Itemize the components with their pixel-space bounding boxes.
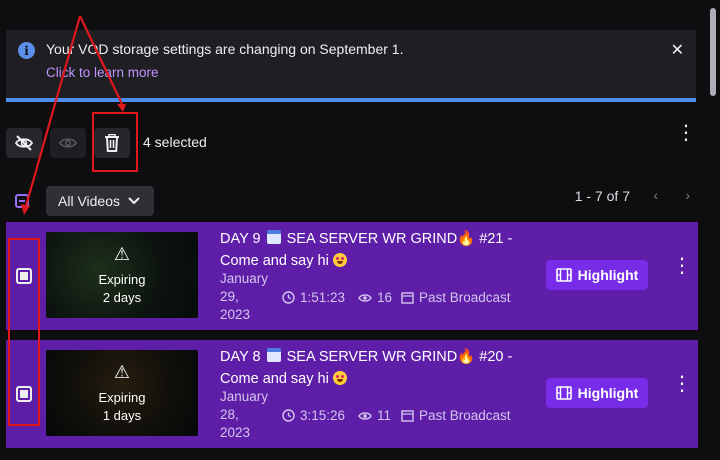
title-line2: Come and say hi [220, 253, 329, 269]
annotation-box [8, 238, 40, 426]
highlight-button[interactable]: Highlight [546, 378, 648, 408]
banner-message: Your VOD storage settings are changing o… [46, 41, 404, 57]
filter-row: All Videos 1 - 7 of 7 ‹ › [6, 186, 706, 216]
title-line2: Come and say hi [220, 371, 329, 387]
warning-icon: ⚠ [113, 362, 131, 382]
chevron-down-icon [128, 197, 140, 205]
expiring-label: Expiring [98, 390, 146, 405]
video-title[interactable]: DAY 9 SEA SERVER WR GRIND🔥 #21 - Come an… [220, 228, 540, 272]
clock-icon [282, 409, 295, 422]
show-button[interactable] [50, 128, 86, 158]
title-prefix: DAY 8 [220, 349, 261, 365]
eye-icon [358, 411, 372, 420]
scrollbar[interactable] [710, 8, 716, 96]
video-type: Past Broadcast [401, 408, 511, 423]
title-main: SEA SERVER WR GRIND [286, 349, 458, 365]
clock-icon [282, 291, 295, 304]
duration-value: 1:51:23 [300, 290, 346, 305]
type-value: Past Broadcast [419, 290, 511, 305]
annotation-box [92, 112, 138, 172]
video-views: 11 [358, 408, 391, 423]
views-value: 16 [377, 290, 393, 305]
video-thumbnail[interactable]: ⚠ Expiring 1 days [46, 350, 198, 436]
video-row[interactable]: ⚠ Expiring 1 days DAY 8 SEA SERVER WR GR… [6, 340, 698, 448]
warning-icon: ⚠ [113, 244, 131, 264]
prev-page-button[interactable]: ‹ [653, 187, 658, 203]
title-suffix: #21 - [479, 231, 513, 247]
date-line: 28, [220, 407, 239, 422]
select-all-checkbox[interactable] [15, 194, 29, 208]
video-row[interactable]: ⚠ Expiring 2 days DAY 9 SEA SERVER WR GR… [6, 222, 698, 330]
highlight-label: Highlight [577, 385, 639, 401]
heart-eyes-emoji-icon [332, 371, 347, 385]
hide-button[interactable] [6, 128, 42, 158]
duration-value: 3:15:26 [300, 408, 346, 423]
heart-eyes-emoji-icon [332, 253, 347, 267]
type-value: Past Broadcast [419, 408, 511, 423]
film-icon [555, 268, 572, 282]
annotation-arrowhead [117, 104, 126, 112]
date-line: 2023 [220, 425, 251, 440]
video-type: Past Broadcast [401, 290, 511, 305]
dropdown-label: All Videos [58, 193, 121, 209]
date-line: January [220, 389, 269, 404]
broadcast-icon [401, 291, 414, 304]
expiring-label: Expiring [98, 272, 146, 287]
video-date: January 28, 2023 [220, 388, 280, 442]
title-prefix: DAY 9 [220, 231, 261, 247]
video-duration: 1:51:23 [282, 290, 345, 305]
date-line: 29, [220, 289, 239, 304]
highlight-label: Highlight [577, 267, 639, 283]
title-suffix: #20 - [479, 349, 513, 365]
close-icon[interactable]: ✕ [671, 40, 684, 60]
expiring-days: 1 days [102, 408, 142, 423]
more-options-icon[interactable]: ⋮ [672, 374, 692, 394]
learn-more-link[interactable]: Click to learn more [46, 65, 159, 80]
title-main: SEA SERVER WR GRIND [286, 231, 458, 247]
views-value: 11 [377, 408, 392, 423]
video-duration: 3:15:26 [282, 408, 345, 423]
eye-icon [358, 293, 372, 302]
eye-icon [59, 138, 77, 148]
broadcast-icon [401, 409, 414, 422]
calendar-emoji-icon [266, 230, 281, 244]
film-icon [555, 386, 572, 400]
pagination-text: 1 - 7 of 7 [574, 188, 630, 204]
more-options-icon[interactable]: ⋮ [676, 123, 696, 143]
date-line: 2023 [220, 307, 251, 322]
video-views: 16 [358, 290, 392, 305]
next-page-button[interactable]: › [685, 187, 690, 203]
date-line: January [220, 271, 269, 286]
fire-emoji-icon: 🔥 [457, 349, 476, 365]
video-thumbnail[interactable]: ⚠ Expiring 2 days [46, 232, 198, 318]
video-title[interactable]: DAY 8 SEA SERVER WR GRIND🔥 #20 - Come an… [220, 346, 540, 390]
more-options-icon[interactable]: ⋮ [672, 256, 692, 276]
video-date: January 29, 2023 [220, 270, 280, 324]
highlight-button[interactable]: Highlight [546, 260, 648, 290]
info-icon: i [18, 42, 35, 59]
video-producer-page: i Your VOD storage settings are changing… [0, 0, 720, 460]
fire-emoji-icon: 🔥 [457, 231, 476, 247]
selected-count: 4 selected [143, 134, 207, 150]
info-banner: i Your VOD storage settings are changing… [6, 30, 696, 102]
expiring-days: 2 days [102, 290, 142, 305]
calendar-emoji-icon [266, 348, 281, 362]
video-type-dropdown[interactable]: All Videos [46, 186, 155, 216]
eye-off-icon [14, 135, 34, 151]
